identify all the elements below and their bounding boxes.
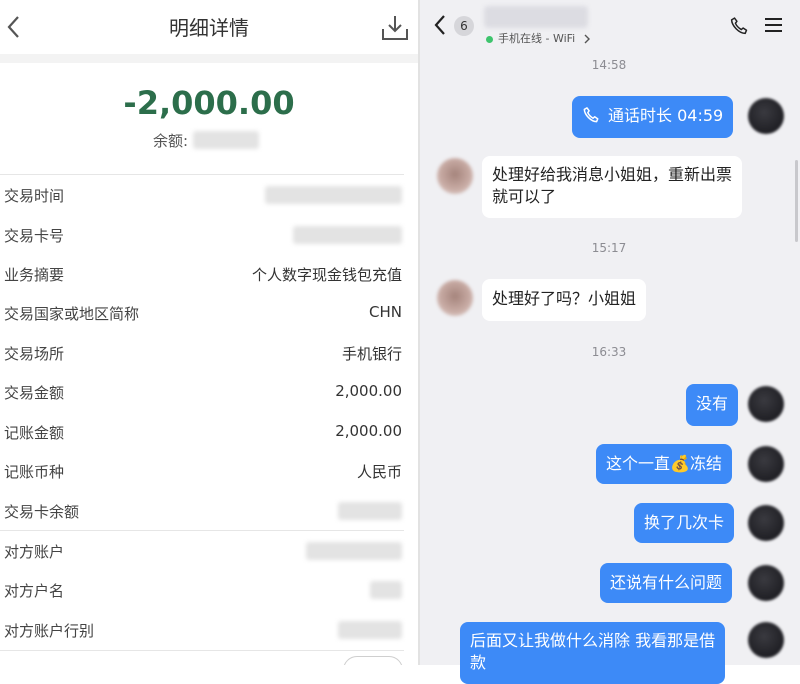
detail-row-venue: 交易场所 手机银行 bbox=[4, 345, 402, 363]
counter-bank-redacted bbox=[338, 621, 402, 639]
divider bbox=[0, 650, 404, 651]
chevron-right-icon bbox=[584, 34, 590, 44]
outgoing-message[interactable]: 这个一直💰冻结 bbox=[596, 444, 732, 484]
avatar[interactable] bbox=[437, 158, 473, 194]
detail-header: 明细详情 bbox=[0, 0, 418, 54]
call-duration-message[interactable]: 通话时长 04:59 bbox=[572, 96, 734, 138]
timestamp: 16:33 bbox=[591, 345, 627, 359]
money-bag-emoji: 💰 bbox=[670, 454, 690, 473]
card-value-redacted bbox=[293, 226, 402, 244]
avatar[interactable] bbox=[748, 505, 784, 541]
chevron-left-icon[interactable] bbox=[433, 14, 447, 36]
scrollbar[interactable] bbox=[795, 160, 798, 242]
timestamp: 15:17 bbox=[591, 241, 627, 255]
detail-row-trade-amount: 交易金额 2,000.00 bbox=[4, 382, 402, 402]
counter-name-redacted bbox=[370, 581, 402, 599]
balance-value-redacted bbox=[193, 131, 259, 149]
avatar[interactable] bbox=[748, 386, 784, 422]
outgoing-message[interactable]: 还说有什么问题 bbox=[600, 563, 733, 603]
timestamp: 14:58 bbox=[591, 58, 627, 72]
balance-label: 余额: bbox=[153, 132, 189, 150]
detail-row-summary: 业务摘要 个人数字现金钱包充值 bbox=[4, 266, 402, 284]
download-icon[interactable] bbox=[380, 14, 410, 42]
counter-account-redacted bbox=[306, 542, 402, 560]
page-title: 明细详情 bbox=[169, 16, 249, 40]
avatar[interactable] bbox=[748, 565, 784, 601]
divider bbox=[0, 174, 404, 175]
divider bbox=[0, 530, 404, 531]
transaction-detail-panel: 明细详情 -2,000.00 余额: 交易时间 交易卡号 业务摘要 个人数字现金… bbox=[0, 0, 418, 665]
detail-row-counter-name: 对方户名 bbox=[4, 582, 65, 600]
outgoing-message[interactable]: 后面又让我做什么消除 我看那是借 款 bbox=[460, 622, 726, 684]
chat-header: 6 手机在线 - WiFi bbox=[420, 0, 800, 48]
avatar[interactable] bbox=[748, 622, 784, 658]
online-status[interactable]: 手机在线 - WiFi bbox=[486, 30, 591, 46]
toggle-switch[interactable] bbox=[343, 656, 403, 665]
unread-badge: 6 bbox=[454, 16, 474, 36]
online-dot-icon bbox=[486, 35, 493, 43]
phone-icon bbox=[583, 107, 599, 123]
transaction-amount: -2,000.00 bbox=[123, 84, 295, 122]
header-separator bbox=[0, 54, 418, 63]
detail-row-booked-amount: 记账金额 2,000.00 bbox=[4, 422, 402, 442]
avatar[interactable] bbox=[437, 280, 473, 316]
avatar[interactable] bbox=[748, 98, 784, 134]
contact-name-redacted[interactable] bbox=[484, 6, 588, 28]
outgoing-message[interactable]: 没有 bbox=[686, 384, 739, 426]
avatar[interactable] bbox=[748, 446, 784, 482]
incoming-message[interactable]: 处理好给我消息小姐姐，重新出票 就可以了 bbox=[482, 156, 743, 218]
detail-row-region: 交易国家或地区简称 CHN bbox=[4, 303, 402, 323]
incoming-message[interactable]: 处理好了吗？小姐姐 bbox=[482, 279, 647, 321]
detail-row-currency: 记账币种 人民币 bbox=[4, 463, 402, 481]
menu-icon[interactable] bbox=[765, 17, 782, 33]
phone-icon[interactable] bbox=[729, 16, 749, 36]
time-value-redacted bbox=[265, 186, 402, 204]
card-balance-redacted bbox=[338, 502, 402, 520]
outgoing-message[interactable]: 换了几次卡 bbox=[634, 503, 735, 543]
